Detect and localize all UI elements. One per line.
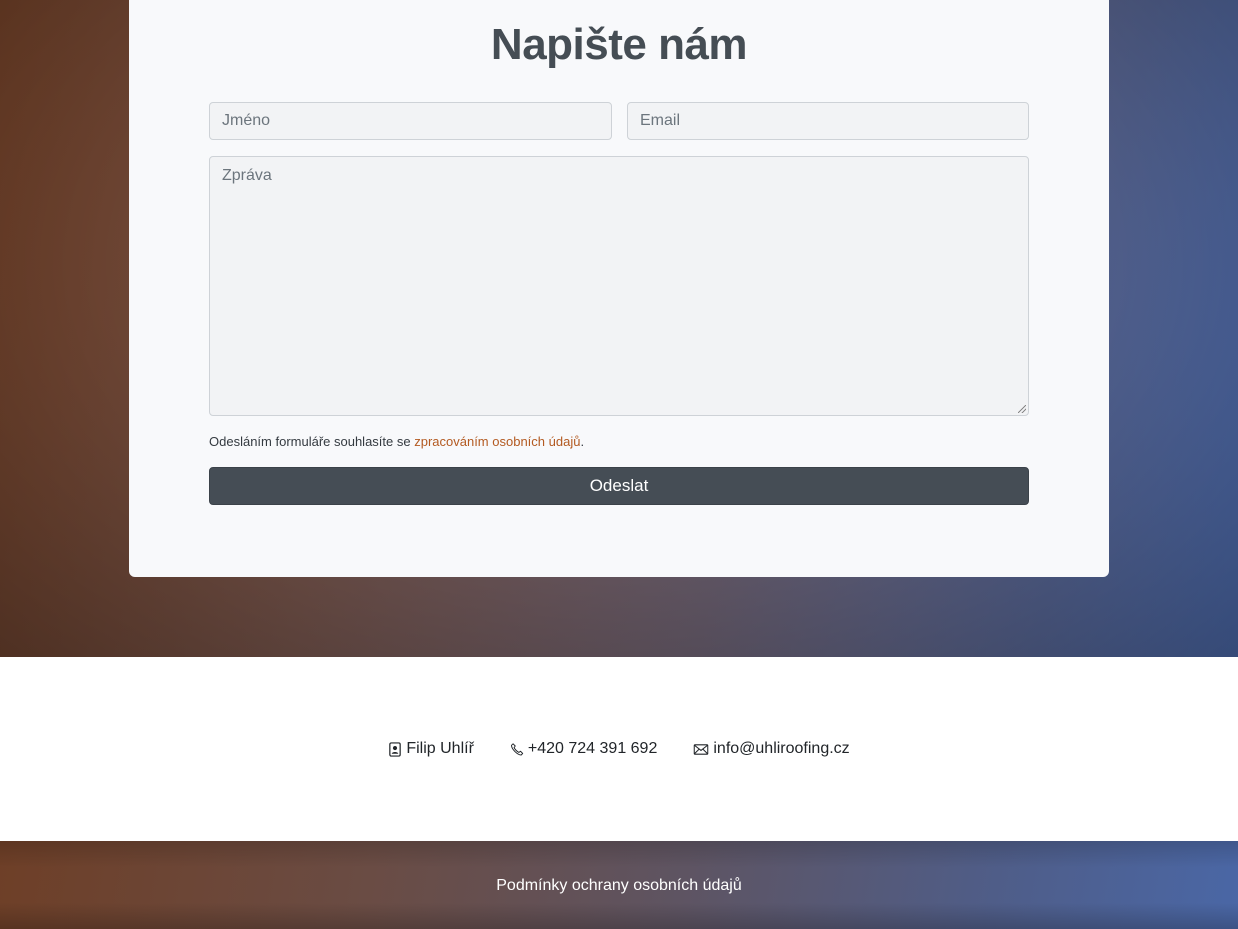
name-placeholder: Jméno (222, 112, 271, 129)
contact-phone-number[interactable]: +420 724 391 692 (528, 740, 657, 758)
message-placeholder: Zpráva (222, 167, 272, 184)
consent-text: Odesláním formuláře souhlasíte se zpraco… (209, 434, 584, 449)
contact-phone[interactable]: +420 724 391 692 (510, 740, 657, 758)
message-textarea[interactable]: Zpráva (209, 156, 1029, 416)
privacy-policy-link[interactable]: Podmínky ochrany osobních údajů (0, 877, 1238, 895)
envelope-icon (694, 743, 709, 755)
person-badge-icon (389, 741, 402, 757)
consent-label: Odesláním formuláře souhlasíte se (209, 434, 415, 449)
name-input[interactable]: Jméno (209, 102, 612, 140)
resize-handle-icon[interactable] (1018, 405, 1026, 413)
contact-info-section: Filip Uhlíř +420 724 391 692 info@uhliro… (0, 657, 1238, 841)
privacy-consent-link[interactable]: zpracováním osobních údajů (414, 434, 580, 449)
contact-email[interactable]: info@uhliroofing.cz (693, 740, 850, 758)
contact-row: Filip Uhlíř +420 724 391 692 info@uhliro… (0, 740, 1238, 758)
contact-email-address[interactable]: info@uhliroofing.cz (713, 740, 849, 758)
consent-period: . (580, 434, 585, 449)
contact-form-card: Napište nám Jméno Email Zpráva Odesláním… (129, 0, 1109, 577)
page-title: Napište nám (490, 20, 748, 69)
footer: Podmínky ochrany osobních údajů (0, 841, 1238, 929)
submit-button[interactable]: Odeslat (209, 467, 1029, 505)
contact-person: Filip Uhlíř (388, 740, 474, 758)
email-input[interactable]: Email (627, 102, 1029, 140)
contact-person-name: Filip Uhlíř (406, 740, 474, 757)
email-placeholder: Email (640, 112, 681, 129)
phone-icon (510, 742, 524, 755)
